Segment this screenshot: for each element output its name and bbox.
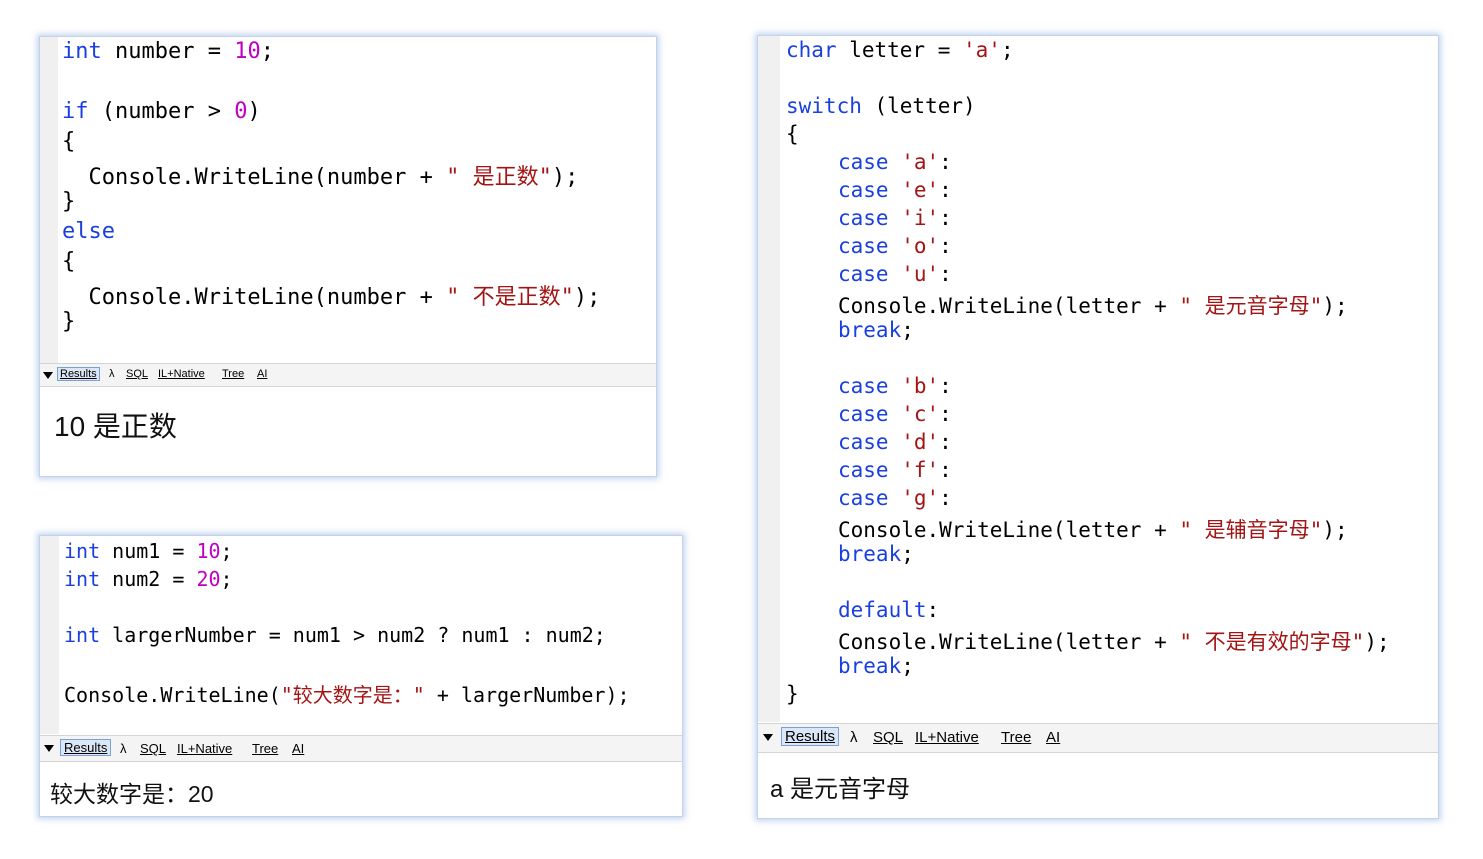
tab-results[interactable]: Results [60,739,112,756]
tab-tree[interactable]: Tree [252,741,278,756]
code-line: Console.WriteLine(letter + " 是元音字母"); [838,294,1348,318]
code-line: int num2 = 20; [64,567,233,591]
code-line: case 'g': [838,486,952,510]
code-line: Console.WriteLine(letter + " 是辅音字母"); [838,518,1348,542]
code-editor[interactable]: char letter = 'a'; switch (letter) { cas… [758,36,1438,722]
tab-ai[interactable]: AI [292,741,304,756]
code-line: case 'i': [838,206,952,230]
result-output: 10 是正数 [54,411,177,442]
tab-ai[interactable]: AI [257,368,267,380]
tab-lambda[interactable]: λ [120,741,127,756]
collapse-triangle-icon[interactable] [44,745,54,752]
tab-sql[interactable]: SQL [873,729,903,746]
code-line: if (number > 0) [62,99,261,124]
code-line: case 'e': [838,178,952,202]
tab-ai[interactable]: AI [1046,729,1060,746]
editor-gutter [40,37,58,363]
tab-results[interactable]: Results [781,727,840,746]
code-line: case 'b': [838,374,952,398]
result-output: 较大数字是：20 [50,781,214,807]
tab-results[interactable]: Results [57,367,100,381]
code-panel-ternary: int num1 = 10; int num2 = 20; int larger… [39,535,683,817]
collapse-triangle-icon[interactable] [43,372,53,379]
collapse-triangle-icon[interactable] [763,734,773,741]
tab-sql[interactable]: SQL [140,741,166,756]
code-line: int num1 = 10; [64,539,233,563]
code-line: int largerNumber = num1 > num2 ? num1 : … [64,623,606,647]
code-panel-switch: char letter = 'a'; switch (letter) { cas… [757,35,1439,819]
code-line: case 'u': [838,262,952,286]
code-line: else [62,219,115,244]
code-line: switch (letter) [786,94,976,118]
results-pane: 较大数字是：20 [40,762,682,816]
code-line: } [786,682,799,706]
tab-il-native[interactable]: IL+Native [915,729,979,746]
editor-gutter [40,536,59,734]
code-line: Console.WriteLine(number + " 是正数"); [62,165,579,190]
code-line: break; [838,542,914,566]
code-editor[interactable]: int num1 = 10; int num2 = 20; int larger… [40,536,682,734]
code-line: break; [838,318,914,342]
results-pane: a 是元音字母 [758,753,1438,818]
tab-tree[interactable]: Tree [222,368,244,380]
code-line: case 'd': [838,430,952,454]
code-line: Console.WriteLine("较大数字是：" + largerNumbe… [64,683,630,707]
result-output: a 是元音字母 [770,776,911,803]
results-toolbar: Results λ SQL IL+Native Tree AI [758,723,1438,753]
code-line: case 'c': [838,402,952,426]
code-line: case 'o': [838,234,952,258]
code-line: char letter = 'a'; [786,38,1014,62]
tab-tree[interactable]: Tree [1001,729,1031,746]
code-line: } [62,189,76,214]
results-pane: 10 是正数 [40,387,656,476]
code-line: default: [838,598,940,622]
code-line: Console.WriteLine(letter + " 不是有效的字母"); [838,630,1390,654]
code-line: case 'f': [838,458,952,482]
code-line: { [62,129,76,154]
tab-il-native[interactable]: IL+Native [158,368,205,380]
tab-il-native[interactable]: IL+Native [177,741,232,756]
code-line: Console.WriteLine(number + " 不是正数"); [62,285,601,310]
tab-lambda[interactable]: λ [850,729,858,746]
results-toolbar: Results λ SQL IL+Native Tree AI [40,735,682,762]
code-line: } [62,309,76,334]
code-line: { [786,122,799,146]
code-line: break; [838,654,914,678]
code-editor[interactable]: int number = 10; if (number > 0) { Conso… [40,37,656,363]
tab-sql[interactable]: SQL [126,368,148,380]
code-line: { [62,249,76,274]
editor-gutter [758,36,780,722]
code-line: case 'a': [838,150,952,174]
tab-lambda[interactable]: λ [109,368,115,380]
code-line: int number = 10; [62,39,274,64]
code-panel-if-else: int number = 10; if (number > 0) { Conso… [39,36,657,477]
results-toolbar: Results λ SQL IL+Native Tree AI [40,363,656,387]
